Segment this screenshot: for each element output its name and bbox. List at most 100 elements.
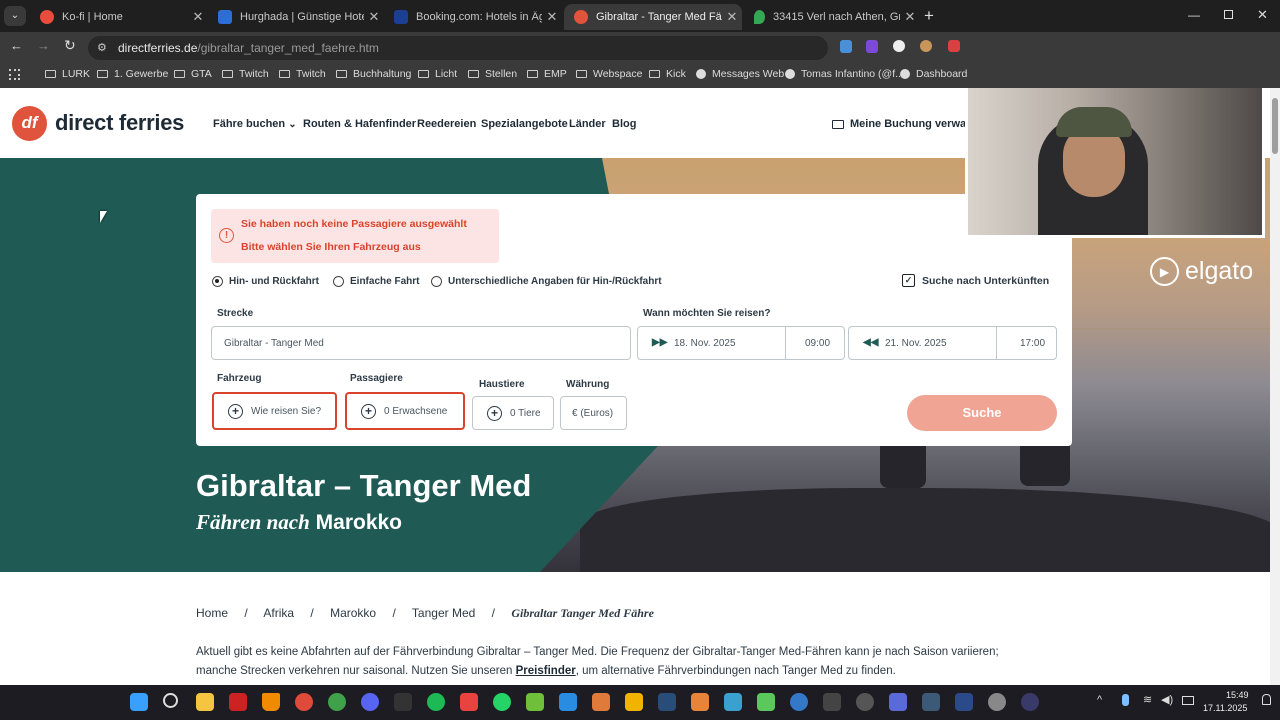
windows-start-icon[interactable] [130, 693, 148, 711]
route-input[interactable]: Gibraltar - Tanger Med [211, 326, 631, 360]
chrome-icon[interactable] [295, 693, 313, 711]
settings-icon[interactable] [988, 693, 1006, 711]
browser-tab[interactable]: Hurghada | Günstige Hotels | M ✕ [208, 4, 384, 30]
breadcrumb-tanger-med[interactable]: Tanger Med [412, 606, 475, 620]
back-icon[interactable]: ← [10, 38, 23, 53]
close-tab-icon[interactable]: ✕ [900, 9, 920, 25]
bookmark-folder[interactable]: Twitch [222, 68, 269, 80]
breadcrumb-afrika[interactable]: Afrika [263, 606, 294, 620]
microphone-icon[interactable] [1122, 694, 1129, 706]
steam-icon[interactable] [658, 693, 676, 711]
nav-routen[interactable]: Routen & Hafenfinder [303, 118, 416, 130]
bookmark-folder[interactable]: Buchhaltung [336, 68, 411, 80]
bookmark-folder[interactable]: Twitch [279, 68, 326, 80]
app-icon[interactable] [691, 693, 709, 711]
nav-laender[interactable]: Länder [569, 118, 606, 130]
bookmark-folder[interactable]: 1. Gewerbe [97, 68, 168, 80]
currency-selector[interactable]: € (Euros) [560, 396, 627, 430]
bookmark-folder[interactable]: Stellen [468, 68, 517, 80]
address-bar[interactable]: ⚙ directferries.de/gibraltar_tanger_med_… [88, 36, 828, 60]
outbound-date-field[interactable]: ▶▶ 18. Nov. 2025 09:00 [637, 326, 845, 360]
reload-icon[interactable]: ↻ [64, 37, 76, 54]
radio-one-way[interactable]: Einfache Fahrt [333, 276, 419, 287]
app-icon[interactable] [889, 693, 907, 711]
extension-icon[interactable] [893, 40, 905, 52]
bookmark-folder[interactable]: Licht [418, 68, 457, 80]
browser-tab[interactable]: Ko-fi | Home ✕ [30, 4, 208, 30]
app-icon[interactable] [790, 693, 808, 711]
app-icon[interactable] [856, 693, 874, 711]
close-tab-icon[interactable]: ✕ [542, 9, 562, 25]
forward-icon[interactable]: → [37, 38, 50, 53]
volume-icon[interactable]: ◀) [1161, 693, 1173, 706]
spotify-icon[interactable] [427, 693, 445, 711]
bookmark-folder[interactable]: EMP [527, 68, 567, 80]
browser-tab[interactable]: Booking.com: Hotels in Ägypte ✕ [384, 4, 562, 30]
vlc-icon[interactable] [262, 693, 280, 711]
extension-icon[interactable] [840, 40, 852, 53]
bookmark-folder[interactable]: LURK [45, 68, 90, 80]
return-date-field[interactable]: ◀◀ 21. Nov. 2025 17:00 [848, 326, 1057, 360]
browser-tab-active[interactable]: Gibraltar - Tanger Med Fähre | ✕ [564, 4, 742, 30]
vehicle-selector[interactable]: + Wie reisen Sie? [212, 392, 337, 430]
breadcrumb-home[interactable]: Home [196, 606, 228, 620]
app-icon[interactable] [922, 693, 940, 711]
radio-round-trip[interactable]: Hin- und Rückfahrt [212, 276, 319, 287]
bookmark-link[interactable]: Messages Web [696, 68, 784, 80]
passengers-selector[interactable]: +0 Erwachsene [345, 392, 465, 430]
app-icon[interactable] [955, 693, 973, 711]
close-tab-icon[interactable]: ✕ [722, 9, 742, 25]
nav-blog[interactable]: Blog [612, 118, 636, 130]
close-tab-icon[interactable]: ✕ [188, 9, 208, 25]
return-time[interactable]: 17:00 [1020, 338, 1045, 349]
bookmark-link[interactable]: Tomas Infantino (@f... [785, 68, 904, 80]
wifi-icon[interactable]: ≋ [1143, 693, 1152, 706]
app-icon[interactable] [823, 693, 841, 711]
app-icon[interactable] [625, 693, 643, 711]
manage-booking-link[interactable]: Meine Buchung verwalt [832, 118, 973, 130]
scrollbar-thumb[interactable] [1272, 98, 1278, 154]
page-scrollbar[interactable] [1270, 88, 1280, 685]
app-icon[interactable] [460, 693, 478, 711]
app-icon[interactable] [526, 693, 544, 711]
chrome-profile-icon[interactable] [328, 693, 346, 711]
bookmark-folder[interactable]: Kick [649, 68, 686, 80]
logo-mark[interactable]: df [12, 106, 47, 141]
breadcrumb-marokko[interactable]: Marokko [330, 606, 376, 620]
app-icon[interactable] [592, 693, 610, 711]
extension-icon[interactable] [866, 40, 878, 53]
close-window-icon[interactable]: ✕ [1257, 7, 1268, 23]
search-button[interactable]: Suche [907, 395, 1057, 431]
bookmark-link[interactable]: Dashboard [900, 68, 967, 80]
epic-games-icon[interactable] [394, 693, 412, 711]
nav-reedereien[interactable]: Reedereien [417, 118, 476, 130]
extension-icon[interactable] [920, 40, 932, 52]
whatsapp-icon[interactable] [493, 693, 511, 711]
logo-text[interactable]: direct ferries [55, 110, 184, 136]
pets-selector[interactable]: +0 Tiere [472, 396, 554, 430]
site-info-icon[interactable]: ⚙ [97, 41, 107, 54]
tab-list-dropdown-icon[interactable]: ⌄ [4, 6, 26, 26]
notification-icon[interactable] [1262, 694, 1271, 705]
filezilla-icon[interactable] [229, 693, 247, 711]
taskbar-time[interactable]: 15:49 [1226, 690, 1249, 700]
minimize-icon[interactable]: — [1188, 8, 1200, 22]
outbound-time[interactable]: 09:00 [805, 338, 830, 349]
browser-tab[interactable]: 33415 Verl nach Athen, Grieche ✕ [744, 4, 920, 30]
battery-icon[interactable] [1182, 696, 1194, 705]
bookmark-folder[interactable]: GTA [174, 68, 212, 80]
radio-different-details[interactable]: Unterschiedliche Angaben für Hin-/Rückfa… [431, 276, 662, 287]
restore-icon[interactable] [1224, 10, 1233, 19]
accommodation-checkbox[interactable]: ✓ Suche nach Unterkünften [902, 274, 1049, 287]
new-tab-icon[interactable]: + [924, 6, 934, 26]
apps-grid-icon[interactable] [9, 69, 20, 80]
app-icon[interactable] [1021, 693, 1039, 711]
nav-spezialangebote[interactable]: Spezialangebote [481, 118, 568, 130]
app-icon[interactable] [724, 693, 742, 711]
tray-chevron-icon[interactable]: ^ [1097, 694, 1102, 706]
nav-faehre-buchen[interactable]: Fähre buchen ⌄ [213, 118, 297, 130]
discord-icon[interactable] [361, 693, 379, 711]
price-finder-link[interactable]: Preisfinder [516, 665, 576, 677]
search-icon[interactable] [163, 693, 178, 708]
bookmark-folder[interactable]: Webspace [576, 68, 642, 80]
